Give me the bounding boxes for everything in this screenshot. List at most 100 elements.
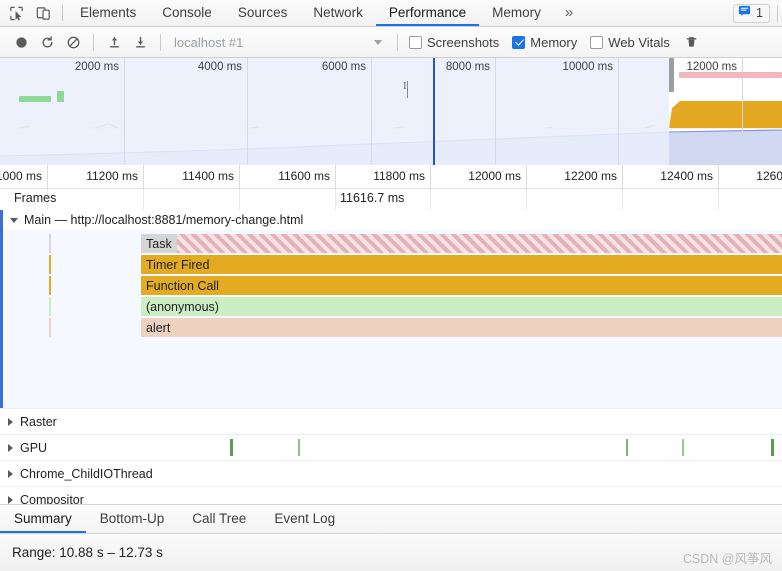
tab-call-tree[interactable]: Call Tree	[178, 505, 260, 533]
track-header[interactable]: GPU	[0, 435, 782, 461]
ruler-tick-label: 11600 ms	[278, 169, 330, 183]
chevron-right-icon[interactable]	[8, 418, 13, 426]
toolbar-divider-3	[397, 33, 398, 51]
gpu-event-marker[interactable]	[626, 439, 628, 456]
overview-playhead[interactable]	[433, 58, 435, 165]
checkbox-box-checked[interactable]	[512, 35, 526, 49]
overview-tick-label: 8000 ms	[445, 61, 490, 73]
gpu-event-marker[interactable]	[682, 439, 684, 456]
chevron-down-icon[interactable]	[10, 217, 18, 223]
ruler-tick-label: 12600 ms	[756, 169, 782, 183]
tab-elements[interactable]: Elements	[67, 0, 149, 26]
overview-tick-label: 6000 ms	[321, 61, 366, 73]
ruler-tick	[718, 165, 719, 189]
overview-frame-marker	[19, 96, 51, 102]
ruler-tick	[335, 165, 336, 189]
checkbox-label: Screenshots	[427, 34, 500, 50]
frames-gridline	[622, 189, 623, 210]
flame-event-sliver[interactable]	[49, 255, 51, 274]
overview-tick-label: 10000 ms	[562, 61, 613, 73]
checkbox-box[interactable]	[409, 35, 422, 49]
checkbox-screenshots[interactable]: Screenshots	[405, 35, 503, 50]
frames-gridline	[526, 189, 527, 210]
load-profile-button[interactable]	[101, 30, 127, 54]
flame-event-task[interactable]: Task	[141, 234, 782, 253]
reload-and-record-button[interactable]	[34, 30, 60, 54]
timeline-overview[interactable]: 2000 ms 4000 ms 6000 ms 8000 ms 10000 ms…	[0, 58, 782, 165]
track-gpu[interactable]: GPU	[0, 434, 782, 460]
ruler-tick	[622, 165, 623, 189]
checkbox-memory[interactable]: Memory	[508, 35, 581, 50]
flame-event-function-call[interactable]: Function Call	[141, 276, 782, 295]
chevron-double-right-icon: »	[564, 3, 574, 21]
track-header[interactable]: Raster	[0, 409, 782, 435]
ruler-tick-label: 11000 ms	[0, 169, 42, 183]
watermark: CSDN @风筝风	[682, 552, 772, 566]
tab-bottom-up[interactable]: Bottom-Up	[86, 505, 179, 533]
flame-event-sliver[interactable]	[49, 318, 51, 337]
frames-track[interactable]: Frames 11616.7 ms	[0, 189, 782, 210]
gpu-event-marker[interactable]	[230, 439, 233, 456]
tabbar-left-icons	[0, 0, 58, 26]
overview-selection-handle-left[interactable]	[669, 58, 674, 92]
main-thread-group-title: Main — http://localhost:8881/memory-chan…	[24, 213, 304, 227]
flame-event-timer-fired[interactable]: Timer Fired	[141, 255, 782, 274]
ruler-tick	[526, 165, 527, 189]
track-chrome-childiothread[interactable]: Chrome_ChildIOThread	[0, 460, 782, 486]
tab-performance[interactable]: Performance	[375, 0, 480, 26]
device-toolbar-icon[interactable]	[35, 5, 52, 22]
clear-button[interactable]	[60, 30, 86, 54]
chevron-right-icon[interactable]	[8, 470, 13, 478]
cursor-ibeam-icon: I	[403, 80, 407, 92]
tab-event-log[interactable]: Event Log	[260, 505, 349, 533]
ruler-tick-label: 12400 ms	[660, 169, 713, 183]
track-header[interactable]: Chrome_ChildIOThread	[0, 461, 782, 487]
gpu-event-marker[interactable]	[298, 439, 300, 456]
collect-garbage-button[interactable]	[679, 30, 705, 54]
overview-tick	[371, 58, 372, 165]
ruler-tick	[143, 165, 144, 189]
checkbox-box[interactable]	[590, 35, 604, 49]
tab-console[interactable]: Console	[149, 0, 225, 26]
flame-event-label: (anonymous)	[146, 299, 219, 314]
message-count-badge[interactable]: 1	[733, 3, 770, 23]
tab-sources[interactable]: Sources	[225, 0, 301, 26]
tab-summary[interactable]: Summary	[0, 505, 86, 533]
frames-gridline	[335, 189, 336, 210]
flame-event-anonymous[interactable]: (anonymous)	[141, 297, 782, 316]
flame-event-sliver[interactable]	[49, 297, 51, 316]
chevron-right-icon[interactable]	[8, 496, 13, 504]
overview-tick	[124, 58, 125, 165]
recording-selector[interactable]: localhost #1	[168, 35, 390, 50]
toolbar-divider-2	[160, 33, 161, 51]
more-tabs-button[interactable]: »	[554, 0, 584, 26]
flame-chart[interactable]: Main — http://localhost:8881/memory-chan…	[0, 210, 782, 510]
details-tabbar: Summary Bottom-Up Call Tree Event Log	[0, 504, 782, 534]
tab-network[interactable]: Network	[300, 0, 376, 26]
flame-event-sliver[interactable]	[49, 276, 51, 295]
gpu-event-marker[interactable]	[771, 439, 774, 456]
panel-tabs: Elements Console Sources Network Perform…	[67, 0, 584, 26]
ruler-tick	[430, 165, 431, 189]
overview-cursor-line	[407, 81, 408, 98]
flame-event-alert[interactable]: alert	[141, 318, 782, 337]
flame-event-sliver[interactable]	[49, 234, 51, 253]
overview-tick	[618, 58, 619, 165]
inspect-element-icon[interactable]	[8, 5, 25, 22]
ruler-tick-label: 11800 ms	[373, 169, 425, 183]
record-button[interactable]	[8, 30, 34, 54]
checkbox-web-vitals[interactable]: Web Vitals	[586, 35, 674, 50]
save-profile-button[interactable]	[127, 30, 153, 54]
main-thread-group[interactable]: Main — http://localhost:8881/memory-chan…	[0, 210, 782, 408]
ruler-tick	[47, 165, 48, 189]
frames-gridline	[239, 189, 240, 210]
tab-label: Event Log	[274, 510, 336, 526]
track-raster[interactable]: Raster	[0, 408, 782, 434]
overview-tick-label: 2000 ms	[74, 61, 119, 73]
tab-label: Summary	[14, 510, 72, 526]
tab-memory[interactable]: Memory	[479, 0, 554, 26]
overview-tick-label: 4000 ms	[197, 61, 242, 73]
devtools-tabbar: Elements Console Sources Network Perform…	[0, 0, 782, 27]
main-thread-group-header[interactable]: Main — http://localhost:8881/memory-chan…	[3, 210, 782, 230]
chevron-right-icon[interactable]	[8, 444, 13, 452]
